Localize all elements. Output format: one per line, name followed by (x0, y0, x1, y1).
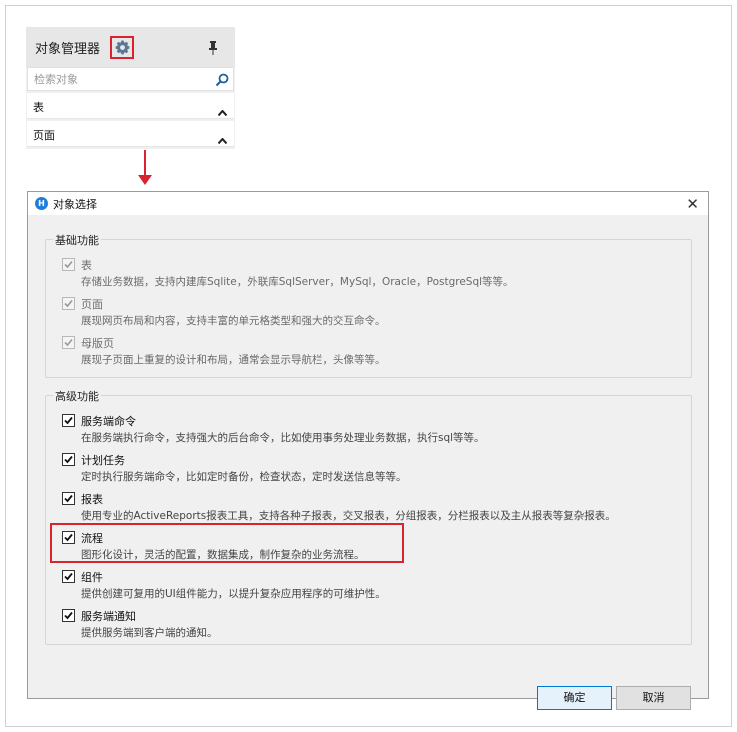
feature-name: 报表 (81, 493, 103, 506)
checkmark-icon (64, 611, 73, 620)
feature-checkbox[interactable] (62, 570, 75, 583)
feature-name: 服务端命令 (81, 415, 136, 428)
feature-name: 组件 (81, 571, 103, 584)
dialog-titlebar: H 对象选择 ✕ (28, 192, 708, 215)
ok-button[interactable]: 确定 (537, 686, 612, 710)
object-category-tables[interactable]: 表 (27, 93, 234, 119)
feature-checkbox[interactable] (62, 492, 75, 505)
arrow-down-icon (144, 150, 146, 177)
gear-icon (115, 40, 130, 55)
feature-checkbox[interactable] (62, 453, 75, 466)
feature-item-report: 报表 使用专业的ActiveReports报表工具，支持各种子报表，交叉报表，分… (62, 490, 682, 526)
feature-description: 在服务端执行命令，支持强大的后台命令，比如使用事务处理业务数据，执行sql等等。 (81, 432, 485, 444)
category-label: 页面 (33, 129, 55, 142)
checkmark-icon (64, 416, 73, 425)
feature-description: 展现网页布局和内容，支持丰富的单元格类型和强大的交互命令。 (81, 315, 386, 327)
dialog-title: 对象选择 (53, 198, 97, 211)
object-selection-dialog: H 对象选择 ✕ 基础功能 表 存储业务数据，支持内建库Sqlite，外联库Sq… (27, 191, 709, 710)
workflow-highlight-box (50, 523, 404, 563)
object-search-input[interactable] (34, 71, 204, 87)
feature-item-scheduled-task: 计划任务 定时执行服务端命令，比如定时备份，检查状态，定时发送信息等等。 (62, 451, 682, 487)
feature-item-page: 页面 展现网页布局和内容，支持丰富的单元格类型和强大的交互命令。 (62, 295, 682, 331)
feature-item-table: 表 存储业务数据，支持内建库Sqlite，外联库SqlServer，MySql，… (62, 256, 682, 292)
feature-checkbox[interactable] (62, 258, 75, 271)
checkmark-icon (64, 299, 73, 308)
arrow-head (138, 175, 152, 185)
feature-description: 提供创建可复用的UI组件能力，以提升复杂应用程序的可维护性。 (81, 588, 386, 600)
feature-item-server-command: 服务端命令 在服务端执行命令，支持强大的后台命令，比如使用事务处理业务数据，执行… (62, 412, 682, 448)
checkmark-icon (64, 572, 73, 581)
checkmark-icon (64, 338, 73, 347)
feature-description: 存储业务数据，支持内建库Sqlite，外联库SqlServer，MySql，Or… (81, 276, 514, 288)
group-title: 高级功能 (53, 388, 101, 404)
feature-checkbox[interactable] (62, 336, 75, 349)
object-search-box (27, 67, 234, 91)
close-icon[interactable]: ✕ (686, 195, 699, 213)
feature-checkbox[interactable] (62, 297, 75, 310)
feature-checkbox[interactable] (62, 414, 75, 427)
group-title: 基础功能 (53, 232, 101, 248)
basic-features-group: 基础功能 表 存储业务数据，支持内建库Sqlite，外联库SqlServer，M… (45, 232, 692, 378)
feature-item-master-page: 母版页 展现子页面上重复的设计和布局，通常会显示导航栏，头像等等。 (62, 334, 682, 370)
object-manager-header: 对象管理器 (26, 27, 235, 67)
feature-name: 页面 (81, 298, 103, 311)
feature-description: 展现子页面上重复的设计和布局，通常会显示导航栏，头像等等。 (81, 354, 386, 366)
pin-icon[interactable] (209, 40, 217, 59)
chevron-up-icon[interactable] (217, 129, 228, 148)
checkmark-icon (64, 494, 73, 503)
app-logo-icon: H (35, 197, 48, 210)
feature-item-server-notification: 服务端通知 提供服务端到客户端的通知。 (62, 607, 682, 643)
feature-name: 服务端通知 (81, 610, 136, 623)
object-manager-panel: 对象管理器 表 (26, 27, 235, 149)
feature-name: 表 (81, 259, 92, 272)
search-icon[interactable] (215, 72, 229, 91)
feature-item-component: 组件 提供创建可复用的UI组件能力，以提升复杂应用程序的可维护性。 (62, 568, 682, 604)
feature-name: 计划任务 (81, 454, 125, 467)
dialog-body: 基础功能 表 存储业务数据，支持内建库Sqlite，外联库SqlServer，M… (28, 215, 708, 710)
checkmark-icon (64, 260, 73, 269)
category-label: 表 (33, 101, 44, 114)
cancel-button[interactable]: 取消 (616, 686, 691, 710)
feature-checkbox[interactable] (62, 609, 75, 622)
checkmark-icon (64, 455, 73, 464)
feature-name: 母版页 (81, 337, 114, 350)
feature-description: 使用专业的ActiveReports报表工具，支持各种子报表，交叉报表，分组报表… (81, 510, 616, 522)
feature-description: 定时执行服务端命令，比如定时备份，检查状态，定时发送信息等等。 (81, 471, 407, 483)
object-manager-title: 对象管理器 (35, 42, 101, 57)
advanced-features-group: 高级功能 服务端命令 在服务端执行命令，支持强大的后台命令，比如使用事务处理业务… (45, 388, 692, 645)
settings-button-highlight[interactable] (110, 36, 134, 59)
feature-description: 提供服务端到客户端的通知。 (81, 627, 218, 639)
chevron-up-icon[interactable] (217, 101, 228, 120)
object-category-pages[interactable]: 页面 (27, 121, 234, 147)
